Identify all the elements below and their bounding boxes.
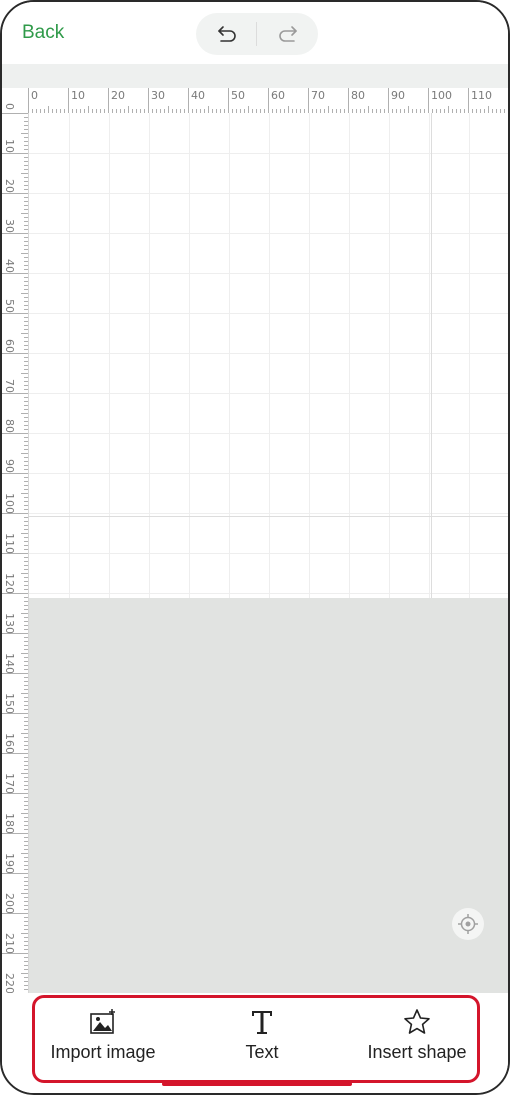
ruler-label: 180 (3, 813, 16, 834)
ruler-label: 20 (111, 89, 125, 102)
ruler-label: 90 (3, 459, 16, 473)
text-label: Text (245, 1042, 279, 1062)
ruler-label: 120 (3, 573, 16, 594)
phone-frame: Back 0 10 20 30 40 50 60 70 80 90 100 11… (0, 0, 510, 1095)
ruler-label: 10 (71, 89, 85, 102)
canvas-grid (29, 113, 508, 598)
insert-shape-label: Insert shape (367, 1042, 467, 1062)
ruler-label: 50 (3, 299, 16, 313)
ruler-label: 20 (3, 179, 16, 193)
ruler-label: 50 (231, 89, 245, 102)
ruler-label: 160 (3, 733, 16, 754)
redo-button[interactable] (257, 13, 318, 55)
locate-icon (458, 914, 478, 934)
ruler-label: 140 (3, 653, 16, 674)
ruler-label: 200 (3, 893, 16, 914)
ruler-label: 30 (3, 219, 16, 233)
ruler-label: 190 (3, 853, 16, 874)
import-image-icon (90, 1009, 115, 1034)
import-image-label: Import image (50, 1042, 156, 1062)
back-button[interactable]: Back (22, 22, 64, 44)
ruler-label: 40 (3, 259, 16, 273)
ruler-label: 70 (3, 379, 16, 393)
import-image-button[interactable]: Import image (42, 1006, 164, 1066)
ruler-label: 90 (391, 89, 405, 102)
top-bar: Back (2, 2, 508, 64)
ruler-label: 30 (151, 89, 165, 102)
design-canvas[interactable] (29, 113, 508, 598)
ruler-label: 80 (3, 419, 16, 433)
insert-shape-button[interactable]: Insert shape (358, 1006, 476, 1066)
canvas-top-band (2, 64, 508, 88)
ruler-label: 170 (3, 773, 16, 794)
undo-button[interactable] (196, 13, 257, 55)
undo-icon (217, 26, 236, 42)
ruler-label: 60 (3, 339, 16, 353)
ruler-label: 10 (3, 139, 16, 153)
horizontal-ruler: 0 10 20 30 40 50 60 70 80 90 100 110 (28, 88, 508, 114)
ruler-label: 0 (31, 89, 38, 102)
star-icon (404, 1009, 430, 1034)
home-indicator (162, 1082, 352, 1086)
ruler-label: 110 (471, 89, 492, 102)
undo-redo-group (196, 13, 318, 55)
ruler-label: 70 (311, 89, 325, 102)
canvas-outside-area (29, 598, 508, 993)
ruler-label: 100 (431, 89, 452, 102)
ruler-label: 210 (3, 933, 16, 954)
ruler-label: 130 (3, 613, 16, 634)
text-button[interactable]: Text (222, 1006, 302, 1066)
ruler-label: 80 (351, 89, 365, 102)
ruler-label: 40 (191, 89, 205, 102)
ruler-label: 150 (3, 693, 16, 714)
ruler-label: 100 (3, 493, 16, 514)
vertical-ruler: 0 10 20 30 40 50 60 70 80 90 100 110 120… (2, 103, 29, 994)
text-icon (252, 1011, 272, 1034)
redo-icon (278, 26, 297, 42)
ruler-label: 110 (3, 533, 16, 554)
ruler-label: 60 (271, 89, 285, 102)
ruler-label: 0 (3, 103, 16, 110)
locate-button[interactable] (452, 908, 484, 940)
ruler-label: 220 (3, 973, 16, 994)
